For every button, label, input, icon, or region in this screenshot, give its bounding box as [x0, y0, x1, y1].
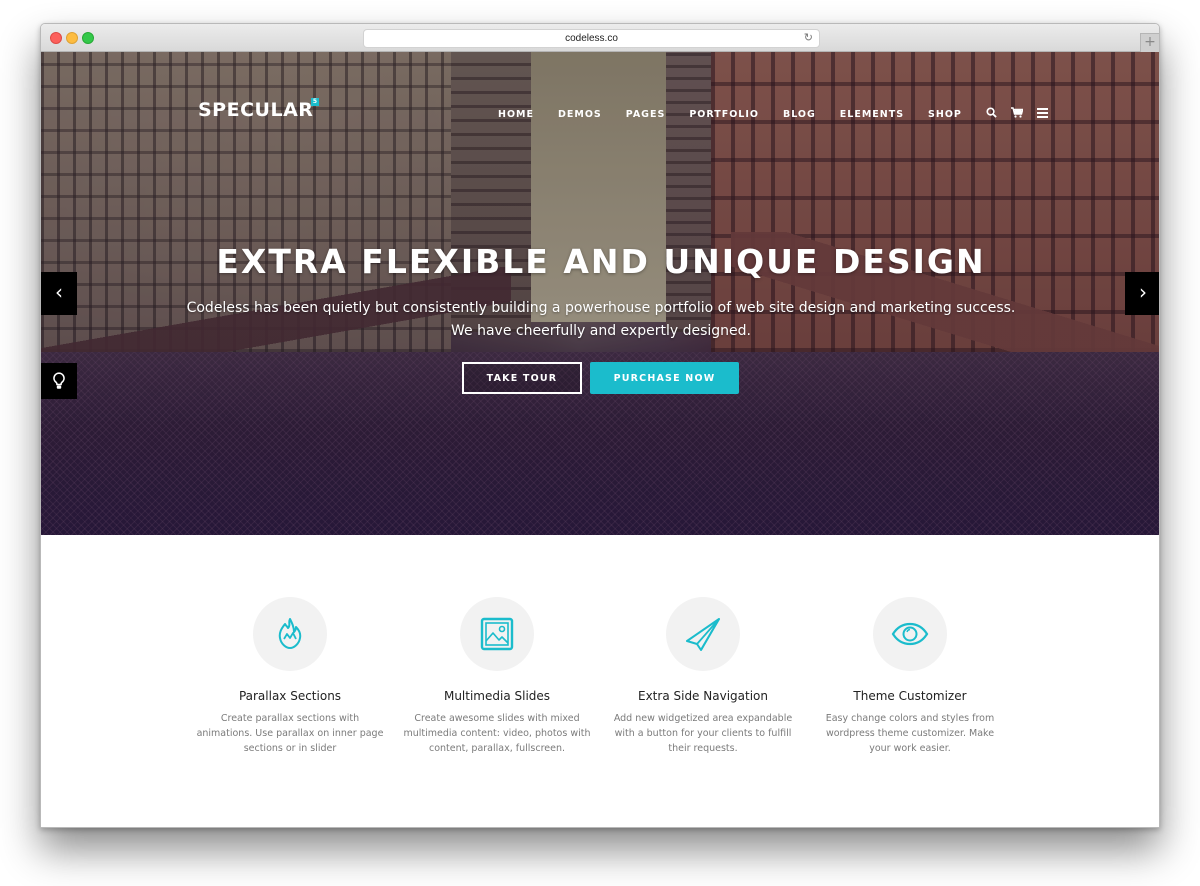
image-icon [480, 617, 514, 651]
reload-icon[interactable]: ↻ [804, 30, 813, 47]
nav-demos[interactable]: DEMOS [558, 109, 602, 120]
features-section: Parallax Sections Create parallax sectio… [41, 535, 1159, 827]
chevron-right-icon: › [1139, 280, 1147, 304]
feature-title: Parallax Sections [238, 689, 342, 703]
address-bar[interactable]: codeless.co ↻ [363, 29, 820, 48]
url-text: codeless.co [565, 33, 618, 44]
nav-blog[interactable]: BLOG [783, 109, 816, 120]
purchase-now-button[interactable]: PURCHASE NOW [590, 362, 739, 394]
search-icon[interactable] [986, 107, 997, 121]
site-logo[interactable]: SPECULAR [198, 99, 313, 121]
feature-title: Multimedia Slides [443, 689, 551, 703]
paper-plane-icon [686, 618, 720, 651]
main-nav: HOME DEMOS PAGES PORTFOLIO BLOG ELEMENTS… [498, 107, 1062, 121]
feature-description: Add new widgetized area expandable with … [613, 713, 793, 754]
feature-description: Easy change colors and styles from wordp… [825, 713, 995, 754]
menu-icon[interactable] [1036, 107, 1048, 121]
feature-card: Parallax Sections Create parallax sectio… [190, 597, 390, 756]
close-window-button[interactable] [50, 32, 62, 44]
slider-prev-button[interactable]: ‹ [41, 272, 77, 315]
nav-pages[interactable]: PAGES [626, 109, 666, 120]
hero-title: EXTRA FLEXIBLE AND UNIQUE DESIGN [216, 242, 986, 281]
hero-subtitle-line-1: Codeless has been quietly but consistent… [186, 300, 1016, 316]
cart-icon[interactable] [1010, 107, 1024, 121]
chevron-left-icon: ‹ [55, 280, 63, 304]
plus-icon: + [1144, 34, 1156, 50]
nav-home[interactable]: HOME [498, 109, 534, 120]
nav-elements[interactable]: ELEMENTS [840, 109, 904, 120]
flame-icon [278, 618, 302, 649]
hero-overlay [41, 52, 1159, 535]
feature-title: Theme Customizer [853, 689, 967, 703]
feature-card: Multimedia Slides Create awesome slides … [397, 597, 597, 756]
nav-portfolio[interactable]: PORTFOLIO [689, 109, 759, 120]
browser-titlebar: codeless.co ↻ + [41, 24, 1159, 52]
feature-icon-circle [253, 597, 327, 671]
hero-subtitle: Codeless has been quietly but consistent… [181, 297, 1021, 343]
hero-slider: SPECULAR 5 HOME DEMOS PAGES PORTFOLIO BL… [41, 52, 1159, 535]
feature-icon-circle [666, 597, 740, 671]
nav-shop[interactable]: SHOP [928, 109, 962, 120]
browser-window: codeless.co ↻ + SPECULAR 5 HOME DEMOS PA… [40, 23, 1160, 828]
feature-card: Extra Side Navigation Add new widgetized… [603, 597, 803, 756]
logo-version-badge: 5 [311, 98, 319, 106]
maximize-window-button[interactable] [82, 32, 94, 44]
hero-subtitle-line-2: We have cheerfully and expertly designed… [451, 323, 751, 339]
feature-description: Create awesome slides with mixed multime… [403, 713, 591, 754]
new-tab-button[interactable]: + [1140, 33, 1159, 52]
slider-next-button[interactable]: › [1125, 272, 1159, 315]
feature-title: Extra Side Navigation [638, 689, 768, 703]
feature-card: Theme Customizer Easy change colors and … [810, 597, 1010, 756]
lightbulb-icon [53, 372, 65, 389]
feature-description: Create parallax sections with animations… [196, 713, 384, 754]
feature-icon-circle [873, 597, 947, 671]
minimize-window-button[interactable] [66, 32, 78, 44]
take-tour-button[interactable]: TAKE TOUR [462, 362, 582, 394]
eye-icon [891, 622, 929, 646]
side-panel-toggle[interactable] [41, 363, 77, 399]
feature-icon-circle [460, 597, 534, 671]
